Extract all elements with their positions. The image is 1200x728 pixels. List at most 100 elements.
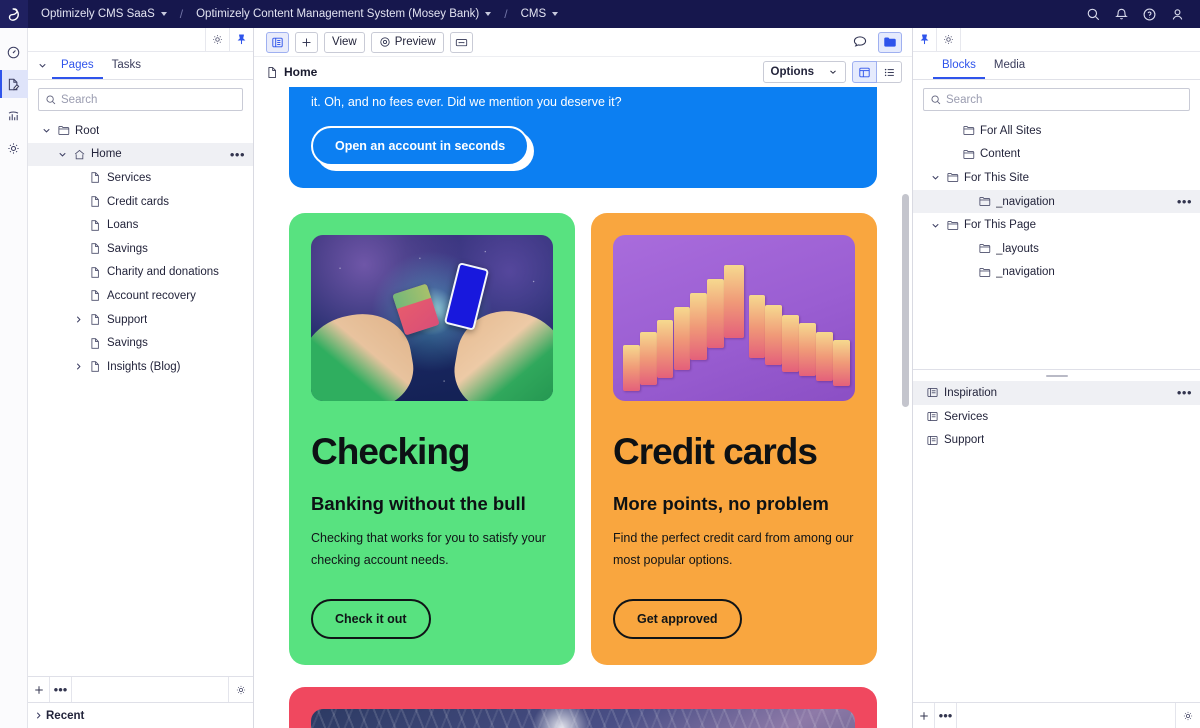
breadcrumb-item-product[interactable]: Optimizely CMS SaaS [36,5,172,23]
toolbar-right-actions [848,31,902,53]
tree-row-label: For This Site [964,171,1029,184]
view-button[interactable]: View [324,31,365,53]
preview-scrollbar-thumb[interactable] [902,193,909,408]
comment-icon[interactable] [848,32,872,53]
tree-row[interactable]: Savings [28,331,253,355]
chevron-down-icon[interactable] [54,149,70,160]
collapse-tabs-chevron-down-icon[interactable] [32,52,52,79]
tree-row[interactable]: Loans [28,213,253,237]
recent-label: Recent [46,709,85,722]
credit-cards-card-cta-button[interactable]: Get approved [613,599,742,640]
preview-scrollbar[interactable] [902,93,909,722]
outline-panel-toggle-icon[interactable] [266,31,289,53]
assets-search-box[interactable] [923,88,1190,111]
hero-block[interactable]: it. Oh, and no fees ever. Did we mention… [289,87,877,189]
feature-card-credit-cards[interactable]: Credit cards More points, no problem Fin… [591,213,877,666]
breadcrumb-item-cms[interactable]: CMS [516,5,564,23]
edit-page-icon[interactable] [0,70,28,98]
feature-card-checking[interactable]: Checking Banking without the bull Checki… [289,213,575,666]
gear-icon[interactable] [0,134,28,162]
pages-search-input[interactable] [57,93,236,106]
pages-panel-controls [28,28,253,52]
tree-row-label: For This Page [964,219,1037,232]
help-circle-icon[interactable] [1136,1,1162,27]
chevron-down-icon[interactable] [38,125,54,136]
pages-settings-gear-icon[interactable] [205,28,229,51]
add-page-button[interactable] [28,677,50,702]
tree-row[interactable]: _navigation ••• [913,189,1200,214]
add-block-button[interactable] [913,703,935,728]
hero-cta-button[interactable]: Open an account in seconds [311,126,530,167]
breadcrumb-separator: / [179,7,184,21]
tab-blocks[interactable]: Blocks [933,54,985,79]
tree-row-context-menu[interactable]: ••• [1175,195,1194,208]
assets-folder-icon[interactable] [878,31,902,53]
blocks-list: Inspiration ••• Services Support [913,381,1200,452]
notifications-bell-icon[interactable] [1108,1,1134,27]
panel-layout-view-toggle[interactable] [852,61,877,83]
tree-row[interactable]: Charity and donations [28,261,253,285]
preview-button[interactable]: Preview [370,31,444,53]
feature-cards-row: Checking Banking without the bull Checki… [289,213,877,666]
page-icon [86,219,104,232]
chevron-right-icon[interactable] [70,361,86,372]
tree-row[interactable]: Insights (Blog) [28,355,253,379]
list-view-toggle[interactable] [877,61,902,83]
bottom-feature-card[interactable] [289,687,877,728]
pages-search-box[interactable] [38,88,243,111]
assets-folder-tree: For All Sites Content For This Site _naviga… [913,117,1200,369]
tree-row-context-menu[interactable]: ••• [228,148,247,161]
tree-row[interactable]: _navigation [913,261,1200,285]
assets-pin-icon[interactable] [913,28,937,51]
folder-icon [975,266,993,279]
bar-chart-icon[interactable] [0,102,28,130]
tab-tasks[interactable]: Tasks [103,54,150,79]
recent-section-header[interactable]: Recent [28,702,253,728]
block-list-item[interactable]: Support [913,428,1200,452]
assets-more-menu-button[interactable]: ••• [935,703,957,728]
breadcrumb-item-instance[interactable]: Optimizely Content Management System (Mo… [191,5,496,23]
tree-row[interactable]: Root [28,119,253,143]
breadcrumb-label: Optimizely Content Management System (Mo… [196,8,480,20]
folder-icon [943,171,961,184]
tree-row[interactable]: Support [28,308,253,332]
add-content-button[interactable] [295,31,318,53]
checking-card-cta-button[interactable]: Check it out [311,599,431,640]
tree-row[interactable]: Home ••• [28,142,253,167]
tree-row[interactable]: _layouts [913,237,1200,261]
tree-row[interactable]: Account recovery [28,284,253,308]
assets-footer-gear-icon[interactable] [1176,703,1200,728]
page-preview-canvas[interactable]: it. Oh, and no fees ever. Did we mention… [254,87,912,728]
chevron-right-icon[interactable] [70,314,86,325]
assets-panel-splitter[interactable] [913,369,1200,382]
block-item-context-menu[interactable]: ••• [1175,386,1194,399]
chevron-down-icon[interactable] [927,220,943,231]
optimizely-logo-icon[interactable] [0,0,28,28]
tree-row[interactable]: Services [28,166,253,190]
tree-row[interactable]: For All Sites [913,119,1200,143]
assets-settings-gear-icon[interactable] [937,28,961,51]
pages-footer-gear-icon[interactable] [229,677,253,702]
search-icon[interactable] [1080,1,1106,27]
dashboard-icon[interactable] [0,38,28,66]
page-icon [86,266,104,279]
pages-pin-icon[interactable] [229,28,253,51]
tree-row[interactable]: Credit cards [28,190,253,214]
tree-row[interactable]: Content [913,143,1200,167]
chevron-down-icon[interactable] [927,172,943,183]
block-list-item[interactable]: Services [913,405,1200,429]
page-title: Home [266,65,317,79]
pages-panel-footer: ••• [28,676,253,702]
pages-more-menu-button[interactable]: ••• [50,677,72,702]
assets-search-input[interactable] [942,93,1183,106]
tree-row[interactable]: For This Site [913,166,1200,190]
tree-row[interactable]: Savings [28,237,253,261]
compare-view-icon[interactable] [449,31,473,53]
breadcrumb-separator: / [504,7,508,21]
block-list-item[interactable]: Inspiration ••• [913,381,1200,405]
options-dropdown-button[interactable]: Options [762,61,846,83]
tab-media[interactable]: Media [985,54,1034,79]
user-account-icon[interactable] [1164,1,1190,27]
tab-pages[interactable]: Pages [52,54,103,79]
tree-row[interactable]: For This Page [913,213,1200,237]
